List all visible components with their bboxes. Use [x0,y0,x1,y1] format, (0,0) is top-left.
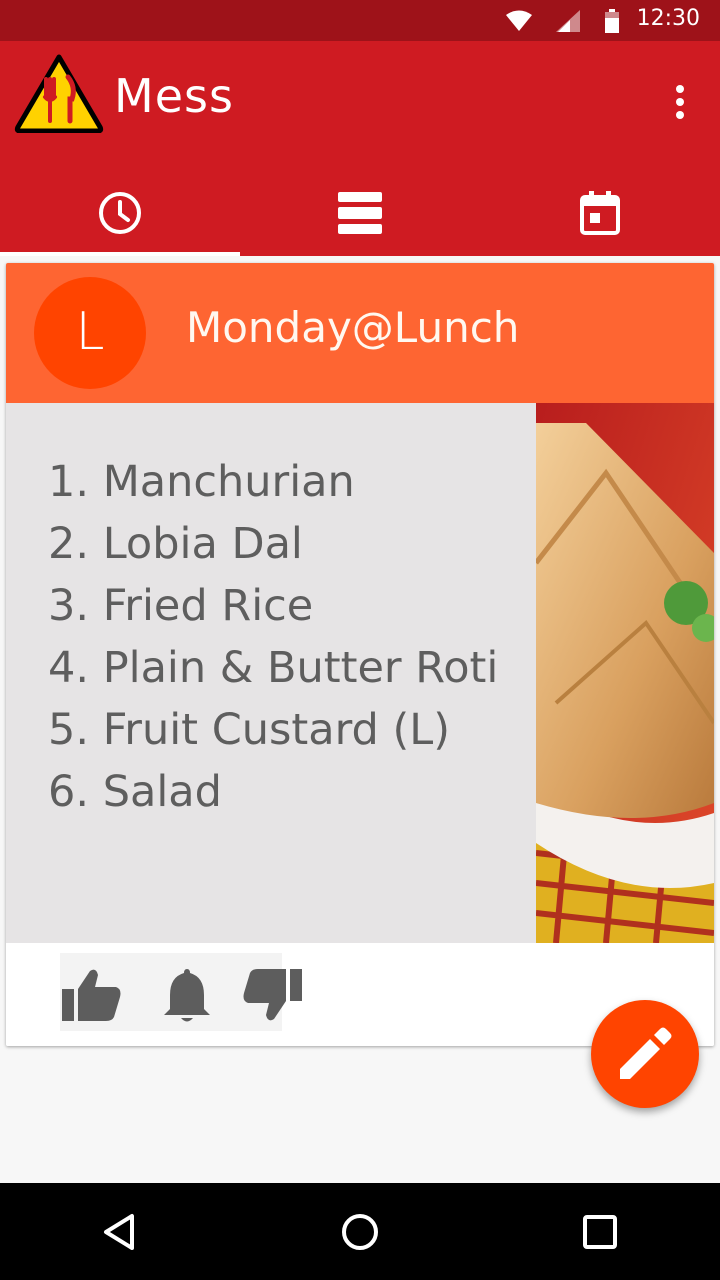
warning-fork-knife-logo [14,54,104,133]
calendar-icon [580,190,620,235]
meal-card[interactable]: L Monday@Lunch 1. Manchurian 2. Lobia Da… [6,263,714,1046]
signal-icon [556,10,580,32]
tab-today[interactable] [0,169,240,256]
wifi-icon [506,10,532,31]
edit-fab[interactable] [591,1000,699,1108]
menu-item: 3. Fried Rice [48,581,314,631]
status-bar: 12:30 [0,0,720,41]
tab-list[interactable] [240,169,480,256]
thumb-down-icon[interactable] [242,965,304,1025]
food-image [536,403,714,943]
status-icons [506,9,620,33]
home-icon [342,1213,378,1250]
home-button[interactable] [330,1202,390,1262]
menu-item: 6. Salad [48,767,222,817]
menu-item: 2. Lobia Dal [48,519,303,569]
battery-icon [605,9,619,33]
menu-list: 1. Manchurian 2. Lobia Dal 3. Fried Rice… [6,403,536,823]
bell-icon[interactable] [156,965,218,1025]
card-header: L Monday@Lunch [6,263,714,403]
app-title: Mess [114,69,234,123]
recents-button[interactable] [570,1202,630,1262]
system-nav-bar [0,1183,720,1280]
meal-title: Monday@Lunch [186,303,520,352]
status-time: 12:30 [636,6,700,31]
view-list-icon [338,191,382,234]
app-bar: Mess [0,41,720,256]
menu-item: 1. Manchurian [48,457,355,507]
menu-item: 4. Plain & Butter Roti [48,643,499,693]
tab-bar [0,169,720,256]
pencil-edit-icon [620,1027,672,1079]
back-icon [104,1213,134,1250]
avatar: L [34,277,146,389]
back-button[interactable] [90,1202,150,1262]
clock-icon [99,191,141,234]
more-vert-icon[interactable] [670,85,690,125]
menu-area: 1. Manchurian 2. Lobia Dal 3. Fried Rice… [6,403,536,943]
recents-icon [583,1214,617,1249]
thumb-up-icon[interactable] [60,965,122,1025]
menu-item: 5. Fruit Custard (L) [48,705,450,755]
tab-calendar[interactable] [480,169,720,256]
action-strip [60,953,302,1031]
